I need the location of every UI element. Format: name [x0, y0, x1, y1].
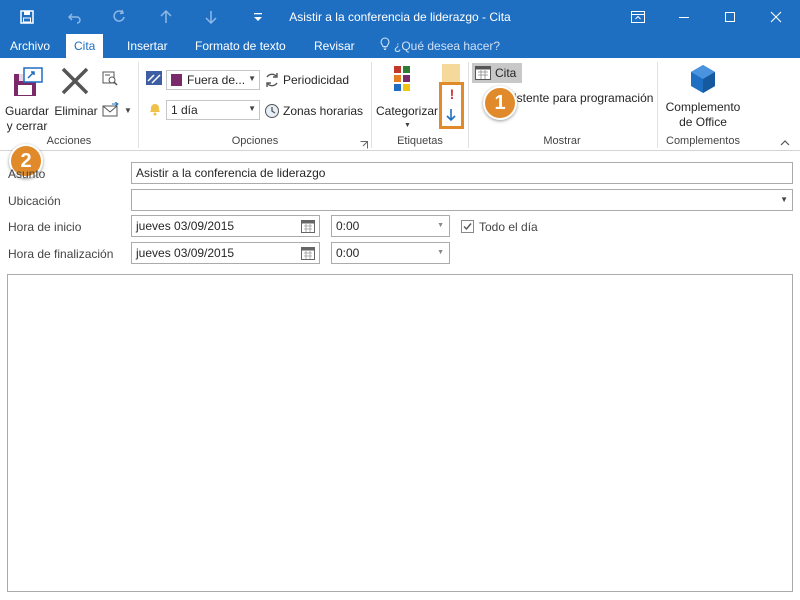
all-day-checkbox[interactable] — [461, 220, 474, 233]
location-input[interactable]: ▼ — [131, 189, 793, 211]
end-time-value: 0:00 — [336, 246, 360, 260]
start-time-select[interactable]: 0:00 ▼ — [331, 215, 450, 237]
forward-dropdown-icon[interactable]: ▼ — [124, 106, 132, 115]
save-and-close-icon — [12, 66, 44, 101]
end-date-value: jueves 03/09/2015 — [136, 246, 235, 260]
tab-insertar[interactable]: Insertar — [119, 34, 176, 58]
location-label: Ubicación — [8, 194, 61, 208]
find-icon[interactable] — [102, 70, 118, 89]
tab-formato-de-texto[interactable]: Formato de texto — [187, 34, 294, 58]
close-icon[interactable] — [753, 0, 799, 34]
reminder-value: 1 día — [171, 103, 198, 117]
end-time-label: Hora de finalización — [8, 247, 114, 261]
chevron-down-icon: ▼ — [248, 74, 256, 83]
ribbon-display-options-icon[interactable] — [615, 0, 661, 34]
location-dropdown-icon[interactable]: ▼ — [780, 190, 788, 210]
show-as-value: Fuera de... — [187, 73, 246, 87]
ribbon: Guardar y cerrar Eliminar ▼ Acciones Fue… — [0, 58, 800, 151]
show-as-swatch — [171, 74, 182, 86]
time-zones-button[interactable]: Zonas horarias — [264, 101, 363, 121]
collapse-ribbon-icon[interactable] — [780, 136, 790, 150]
tab-revisar[interactable]: Revisar — [306, 34, 363, 58]
globe-clock-icon — [264, 103, 280, 119]
tell-me-search[interactable]: ¿Qué desea hacer? — [380, 34, 500, 58]
tell-me-text: ¿Qué desea hacer? — [394, 39, 501, 53]
low-importance-icon[interactable] — [445, 108, 457, 125]
appointment-view-button[interactable]: Cita — [472, 63, 523, 83]
save-label-line2: y cerrar — [6, 119, 48, 133]
group-label-opciones: Opciones — [231, 135, 279, 147]
scheduling-label: Asistente para programación — [500, 91, 654, 105]
scheduling-assistant-button[interactable]: Asistente para programación — [500, 88, 653, 108]
maximize-icon[interactable] — [707, 0, 753, 34]
delete-button[interactable]: Eliminar — [52, 62, 100, 118]
categorize-button[interactable]: Categorizar ▼ — [374, 62, 440, 132]
reminder-dropdown[interactable]: 1 día ▼ — [166, 100, 260, 120]
minimize-icon[interactable] — [661, 0, 707, 34]
title-bar: Asistir a la conferencia de liderazgo - … — [0, 0, 800, 34]
tab-cita[interactable]: Cita — [66, 34, 104, 59]
appointment-body-editor[interactable] — [7, 274, 793, 592]
dialog-launcher-icon[interactable] — [360, 138, 368, 152]
all-day-label: Todo el día — [479, 220, 538, 234]
save-and-close-button[interactable]: Guardar y cerrar — [4, 62, 50, 133]
chevron-down-icon: ▼ — [437, 249, 444, 256]
delete-x-icon — [60, 66, 90, 99]
end-time-select[interactable]: 0:00 ▼ — [331, 242, 450, 264]
check-icon — [463, 223, 472, 231]
categorize-dropdown-icon: ▼ — [404, 122, 411, 129]
start-time-label: Hora de inicio — [8, 220, 82, 234]
show-as-dropdown[interactable]: Fuera de... ▼ — [166, 70, 260, 90]
office-addin-label-line1: Complemento — [665, 100, 741, 114]
delete-label: Eliminar — [54, 104, 98, 118]
group-label-mostrar: Mostrar — [543, 135, 581, 147]
start-date-input[interactable]: jueves 03/09/2015 — [131, 215, 320, 237]
calendar-picker-icon[interactable] — [301, 219, 315, 239]
appointment-label: Cita — [495, 66, 517, 80]
recurrence-icon — [264, 72, 280, 88]
subject-input[interactable]: Asistir a la conferencia de liderazgo — [131, 162, 793, 184]
chevron-down-icon: ▼ — [248, 104, 256, 113]
office-addin-icon — [689, 64, 717, 97]
forward-icon[interactable]: ▼ — [102, 102, 132, 118]
office-addin-button[interactable]: Complemento de Office — [660, 62, 746, 132]
time-zones-label: Zonas horarias — [283, 104, 364, 118]
lightbulb-icon — [380, 35, 390, 59]
calendar-picker-icon[interactable] — [301, 246, 315, 266]
ribbon-tabs: Archivo Cita Insertar Formato de texto R… — [0, 34, 800, 59]
high-importance-icon[interactable]: ! — [446, 86, 458, 102]
reminder-bell-icon — [148, 102, 162, 119]
show-as-icon — [146, 71, 162, 88]
callout-1: 1 — [483, 86, 517, 120]
office-addin-label-line2: de Office — [679, 115, 727, 129]
start-date-value: jueves 03/09/2015 — [136, 219, 235, 233]
group-label-etiquetas: Etiquetas — [397, 135, 443, 147]
calendar-icon — [475, 66, 491, 80]
categorize-icon — [394, 66, 420, 95]
private-lock-icon[interactable] — [442, 64, 460, 82]
recurrence-label: Periodicidad — [283, 73, 350, 87]
subject-label: Asunto — [8, 167, 46, 181]
recurrence-button[interactable]: Periodicidad — [264, 70, 349, 90]
tab-archivo[interactable]: Archivo — [2, 34, 58, 58]
chevron-down-icon: ▼ — [437, 222, 444, 229]
end-date-input[interactable]: jueves 03/09/2015 — [131, 242, 320, 264]
categorize-label: Categorizar — [375, 104, 439, 118]
save-label-line1: Guardar — [4, 104, 50, 118]
start-time-value: 0:00 — [336, 219, 360, 233]
group-label-complementos: Complementos — [666, 135, 740, 147]
